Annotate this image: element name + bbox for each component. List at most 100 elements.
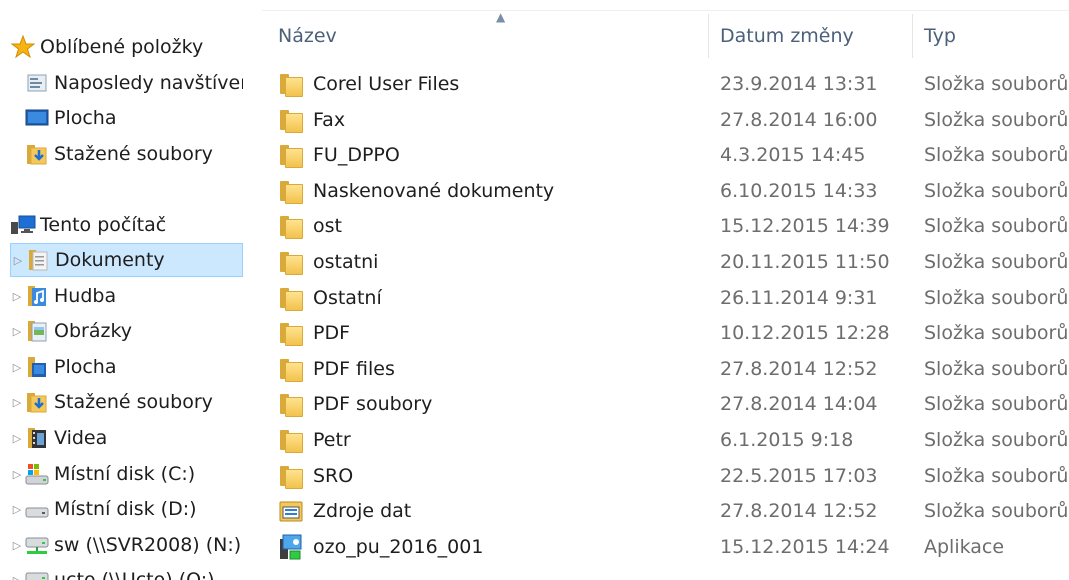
nav-item-label: Plocha (54, 356, 117, 378)
file-name: ost (313, 214, 342, 237)
column-header-name[interactable]: ▲ Název (278, 10, 708, 58)
nav-item-pictures[interactable]: ▷ Obrázky (10, 314, 243, 348)
expand-arrow-icon[interactable]: ▷ (10, 574, 24, 580)
column-header-name-label: Název (278, 25, 337, 47)
nav-item-drive-d[interactable]: ▷ Místní disk (D:) (10, 492, 243, 526)
file-date: 20.11.2015 11:50 (720, 250, 890, 273)
file-row[interactable]: FU_DPPO 4.3.2015 14:45 Složka souborů (262, 137, 1069, 172)
expand-arrow-icon[interactable]: ▷ (10, 325, 24, 338)
nav-item-label: ucto (\\Ucto) (O:) (54, 569, 215, 580)
folder-icon (278, 211, 304, 241)
nav-this-pc-label: Tento počítač (40, 214, 167, 236)
file-name: PDF (313, 321, 351, 344)
folder-icon (278, 318, 304, 348)
expand-arrow-icon[interactable]: ▷ (11, 254, 25, 267)
nav-item-recent-places[interactable]: Naposledy navštívené (10, 66, 243, 100)
file-type: Složka souborů (924, 214, 1069, 237)
nav-item-label: Hudba (54, 285, 117, 307)
file-type: Složka souborů (924, 428, 1069, 451)
nav-item-music[interactable]: ▷ Hudba (10, 279, 243, 313)
folder-icon (278, 283, 304, 313)
file-date: 10.12.2015 12:28 (720, 321, 890, 344)
file-name: FU_DPPO (313, 143, 400, 166)
expand-arrow-icon[interactable]: ▷ (10, 361, 24, 374)
expand-arrow-icon[interactable]: ▷ (10, 290, 24, 303)
file-date: 27.8.2014 14:04 (720, 392, 878, 415)
system-drive-icon (24, 462, 50, 486)
star-icon (10, 35, 36, 59)
nav-item-videos[interactable]: ▷ Videa (10, 421, 243, 455)
file-name: Corel User Files (313, 72, 460, 95)
column-header-type[interactable]: Typ (924, 14, 1064, 58)
file-row[interactable]: PDF files 27.8.2014 12:52 Složka souborů (262, 351, 1069, 386)
nav-item-label: Stažené soubory (54, 143, 213, 165)
application-icon (278, 532, 304, 562)
column-resize-handle[interactable] (708, 14, 709, 58)
file-row[interactable]: PDF 10.12.2015 12:28 Složka souborů (262, 315, 1069, 350)
nav-item-desktop-fav[interactable]: Plocha (10, 101, 243, 135)
file-type: Složka souborů (924, 392, 1069, 415)
folder-icon (278, 105, 304, 135)
file-name: Petr (313, 428, 351, 451)
file-name: Zdroje dat (313, 499, 412, 522)
column-header: ▲ Název Datum změny Typ (262, 10, 1069, 58)
nav-item-label: Místní disk (D:) (54, 498, 197, 520)
nav-item-documents[interactable]: ▷ Dokumenty (10, 243, 243, 277)
file-row[interactable]: ostatni 20.11.2015 11:50 Složka souborů (262, 244, 1069, 279)
file-row[interactable]: Zdroje dat 27.8.2014 12:52 Složka souborů (262, 493, 1069, 528)
file-type: Složka souborů (924, 499, 1069, 522)
recent-places-icon (24, 72, 50, 94)
nav-item-network-o[interactable]: ▷ ucto (\\Ucto) (O:) (10, 563, 243, 580)
nav-item-desktop[interactable]: ▷ Plocha (10, 350, 243, 384)
pictures-icon (24, 319, 50, 343)
expand-arrow-icon[interactable]: ▷ (10, 468, 24, 481)
file-date: 27.8.2014 12:52 (720, 499, 878, 522)
nav-item-label: Místní disk (C:) (54, 463, 196, 485)
column-header-type-label: Typ (924, 25, 956, 47)
nav-this-pc[interactable]: Tento počítač (10, 208, 243, 242)
computer-icon (10, 214, 36, 236)
file-date: 26.11.2014 9:31 (720, 286, 878, 309)
folder-icon (278, 425, 304, 455)
file-name: SRO (313, 464, 354, 487)
nav-favorites[interactable]: Oblíbené položky (10, 30, 243, 64)
file-row[interactable]: Ostatní 26.11.2014 9:31 Složka souborů (262, 280, 1069, 315)
music-icon (24, 284, 50, 308)
downloads-icon (24, 390, 50, 414)
file-row[interactable]: ozo_pu_2016_001 15.12.2015 14:24 Aplikace (262, 529, 1069, 564)
folder-icon (278, 247, 304, 277)
desktop-icon (24, 108, 50, 128)
expand-arrow-icon[interactable]: ▷ (10, 539, 24, 552)
column-resize-handle[interactable] (912, 14, 913, 58)
file-row[interactable]: SRO 22.5.2015 17:03 Složka souborů (262, 458, 1069, 493)
file-row[interactable]: PDF soubory 27.8.2014 14:04 Složka souborů (262, 386, 1069, 421)
nav-item-network-n[interactable]: ▷ sw (\\SVR2008) (N:) (10, 528, 243, 562)
file-name: Ostatní (313, 286, 382, 309)
file-name: Fax (313, 108, 346, 131)
data-sources-folder-icon (278, 496, 304, 526)
file-date: 15.12.2015 14:39 (720, 214, 890, 237)
expand-arrow-icon[interactable]: ▷ (10, 396, 24, 409)
network-drive-icon (24, 568, 50, 580)
nav-item-drive-c[interactable]: ▷ Místní disk (C:) (10, 457, 243, 491)
file-row[interactable]: Petr 6.1.2015 9:18 Složka souborů (262, 422, 1069, 457)
nav-item-downloads-fav[interactable]: Stažené soubory (10, 137, 243, 171)
nav-item-downloads[interactable]: ▷ Stažené soubory (10, 385, 243, 419)
expand-arrow-icon[interactable]: ▷ (10, 503, 24, 516)
file-date: 22.5.2015 17:03 (720, 464, 878, 487)
column-header-date[interactable]: Datum změny (720, 14, 910, 58)
desktop-icon (24, 355, 50, 379)
file-row[interactable]: ost 15.12.2015 14:39 Složka souborů (262, 208, 1069, 243)
file-row[interactable]: Fax 27.8.2014 16:00 Složka souborů (262, 102, 1069, 137)
file-name: PDF soubory (313, 392, 433, 415)
file-row[interactable]: Naskenované dokumenty 6.10.2015 14:33 Slož… (262, 173, 1069, 208)
file-type: Složka souborů (924, 72, 1069, 95)
nav-item-label: Plocha (54, 107, 117, 129)
file-date: 23.9.2014 13:31 (720, 72, 878, 95)
folder-icon (278, 69, 304, 99)
file-type: Složka souborů (924, 321, 1069, 344)
navigation-pane: Oblíbené položky Naposledy navštívené Pl… (0, 0, 262, 580)
expand-arrow-icon[interactable]: ▷ (10, 432, 24, 445)
header-top-border (262, 10, 1069, 11)
file-row[interactable]: Corel User Files 23.9.2014 13:31 Složka so… (262, 66, 1069, 101)
